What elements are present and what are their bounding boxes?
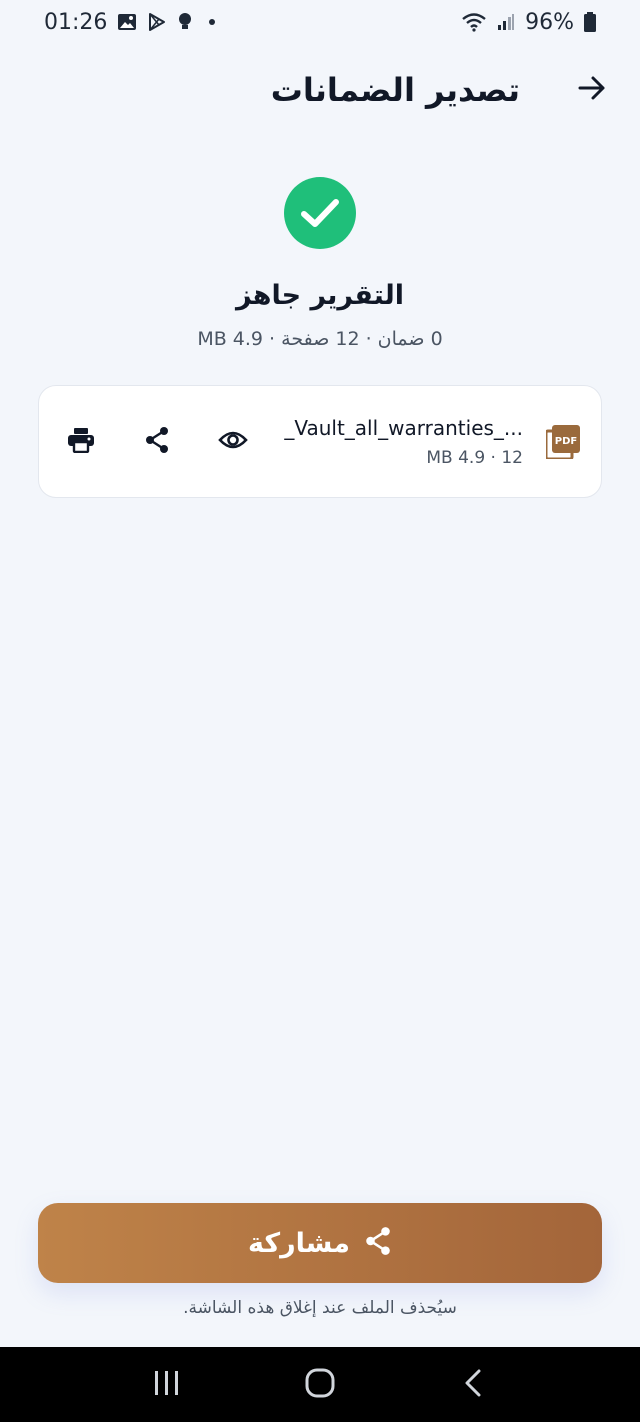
image-icon bbox=[117, 13, 137, 31]
home-icon bbox=[305, 1368, 335, 1402]
file-name: _Vault_all_warranties_... bbox=[284, 415, 523, 440]
report-title: التقرير جاهز bbox=[235, 280, 405, 311]
share-file-button[interactable] bbox=[139, 424, 175, 460]
status-left: 01:26 bbox=[44, 9, 216, 35]
status-bar: 01:26 96% bbox=[0, 0, 640, 44]
play-store-icon bbox=[147, 12, 167, 32]
printer-icon bbox=[67, 427, 95, 457]
dot-icon bbox=[209, 19, 216, 25]
share-icon bbox=[364, 1226, 392, 1260]
back-button[interactable] bbox=[574, 72, 610, 108]
wifi-icon bbox=[461, 12, 487, 32]
file-info: _Vault_all_warranties_... 12 · 4.9 MB bbox=[283, 416, 523, 468]
system-nav-bar bbox=[0, 1347, 640, 1422]
recent-apps-button[interactable] bbox=[137, 1355, 197, 1415]
home-button[interactable] bbox=[290, 1355, 350, 1415]
status-right: 96% bbox=[461, 10, 596, 35]
bulb-icon bbox=[177, 12, 193, 32]
print-button[interactable] bbox=[63, 424, 99, 460]
battery-icon bbox=[584, 12, 596, 32]
share-button-label: مشاركة bbox=[248, 1227, 350, 1259]
status-time: 01:26 bbox=[44, 9, 108, 35]
svg-text:PDF: PDF bbox=[555, 436, 577, 447]
share-button[interactable]: مشاركة bbox=[38, 1203, 602, 1283]
page-title: تصدير الضمانات bbox=[270, 71, 520, 109]
signal-icon bbox=[497, 13, 515, 31]
battery-text: 96% bbox=[525, 9, 574, 35]
recent-apps-icon bbox=[153, 1370, 181, 1400]
app-header: تصدير الضمانات bbox=[0, 60, 640, 120]
pdf-file-icon: PDF bbox=[545, 424, 581, 460]
back-icon bbox=[463, 1369, 483, 1401]
file-size: 12 · 4.9 MB bbox=[426, 447, 523, 468]
share-icon bbox=[144, 426, 170, 458]
eye-icon bbox=[218, 430, 248, 454]
file-actions bbox=[63, 424, 251, 460]
arrow-right-icon bbox=[577, 75, 607, 105]
file-card[interactable]: PDF _Vault_all_warranties_... 12 · 4.9 M… bbox=[38, 385, 602, 498]
report-meta: 0 ضمان · 12 صفحة · 4.9 MB bbox=[197, 328, 443, 350]
preview-button[interactable] bbox=[215, 424, 251, 460]
check-circle-icon bbox=[284, 177, 356, 249]
footer-note: سيُحذف الملف عند إغلاق هذه الشاشة. bbox=[183, 1298, 457, 1318]
nav-back-button[interactable] bbox=[443, 1355, 503, 1415]
